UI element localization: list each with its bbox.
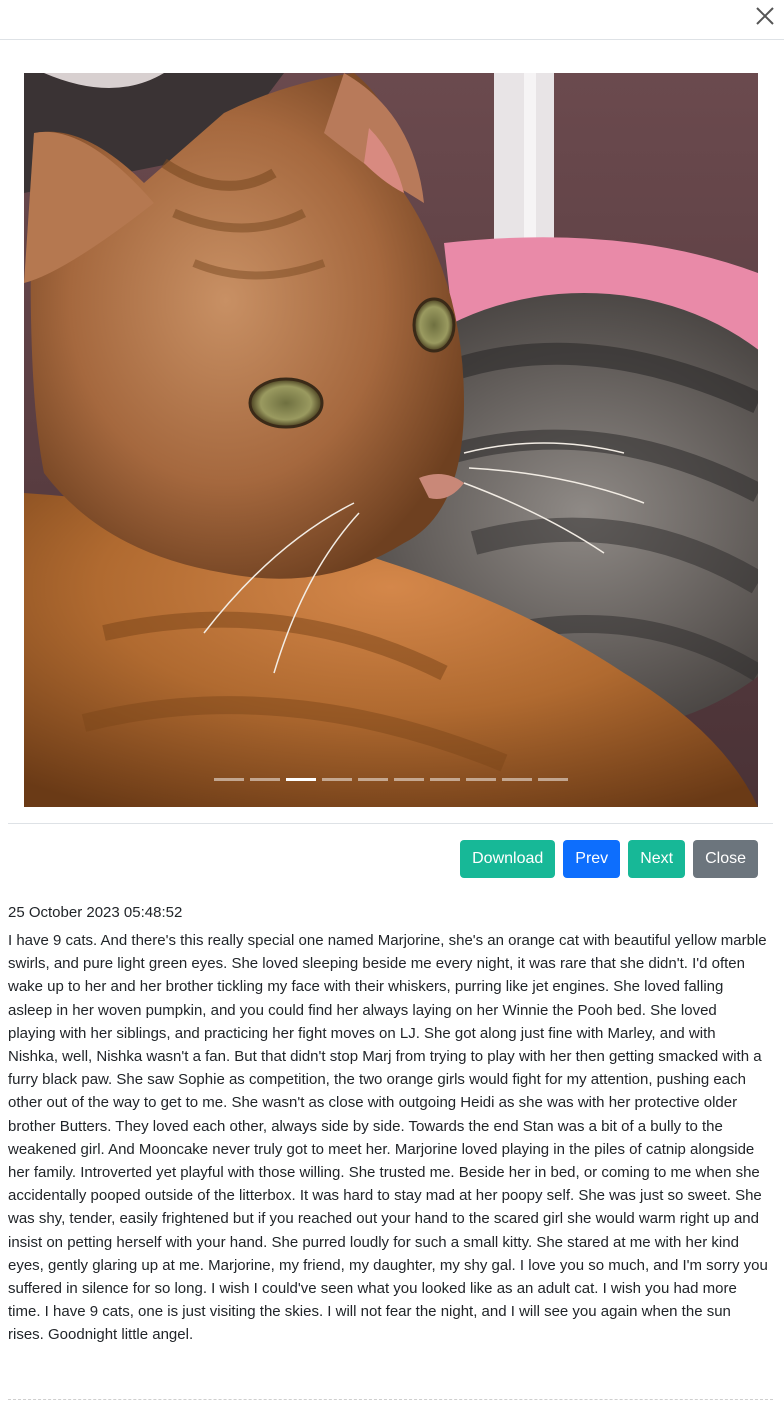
carousel-indicator-9[interactable]	[502, 778, 532, 781]
close-icon[interactable]	[754, 5, 776, 27]
post-timestamp: 25 October 2023 05:48:52	[8, 904, 183, 921]
carousel-indicator-5[interactable]	[358, 778, 388, 781]
bottom-divider	[8, 1399, 773, 1400]
prev-button[interactable]: Prev	[563, 840, 621, 878]
cat-photo	[24, 73, 758, 807]
carousel-indicator-6[interactable]	[394, 778, 424, 781]
carousel-indicators	[24, 778, 758, 781]
carousel-indicator-10[interactable]	[538, 778, 568, 781]
image-carousel[interactable]	[24, 73, 758, 807]
download-button[interactable]: Download	[460, 840, 556, 878]
carousel-indicator-8[interactable]	[466, 778, 496, 781]
next-button[interactable]: Next	[628, 840, 686, 878]
close-button[interactable]: Close	[693, 840, 758, 878]
modal-header	[0, 0, 784, 40]
image-viewer-modal: Download Prev Next Close 25 October 2023…	[0, 0, 784, 1403]
action-buttons: Download Prev Next Close	[460, 840, 758, 878]
carousel-indicator-2[interactable]	[250, 778, 280, 781]
carousel-indicator-3-active[interactable]	[286, 778, 316, 781]
post-text: I have 9 cats. And there's this really s…	[8, 932, 768, 1344]
carousel-indicator-7[interactable]	[430, 778, 460, 781]
carousel-indicator-4[interactable]	[322, 778, 352, 781]
divider	[8, 823, 773, 824]
carousel-indicator-1[interactable]	[214, 778, 244, 781]
